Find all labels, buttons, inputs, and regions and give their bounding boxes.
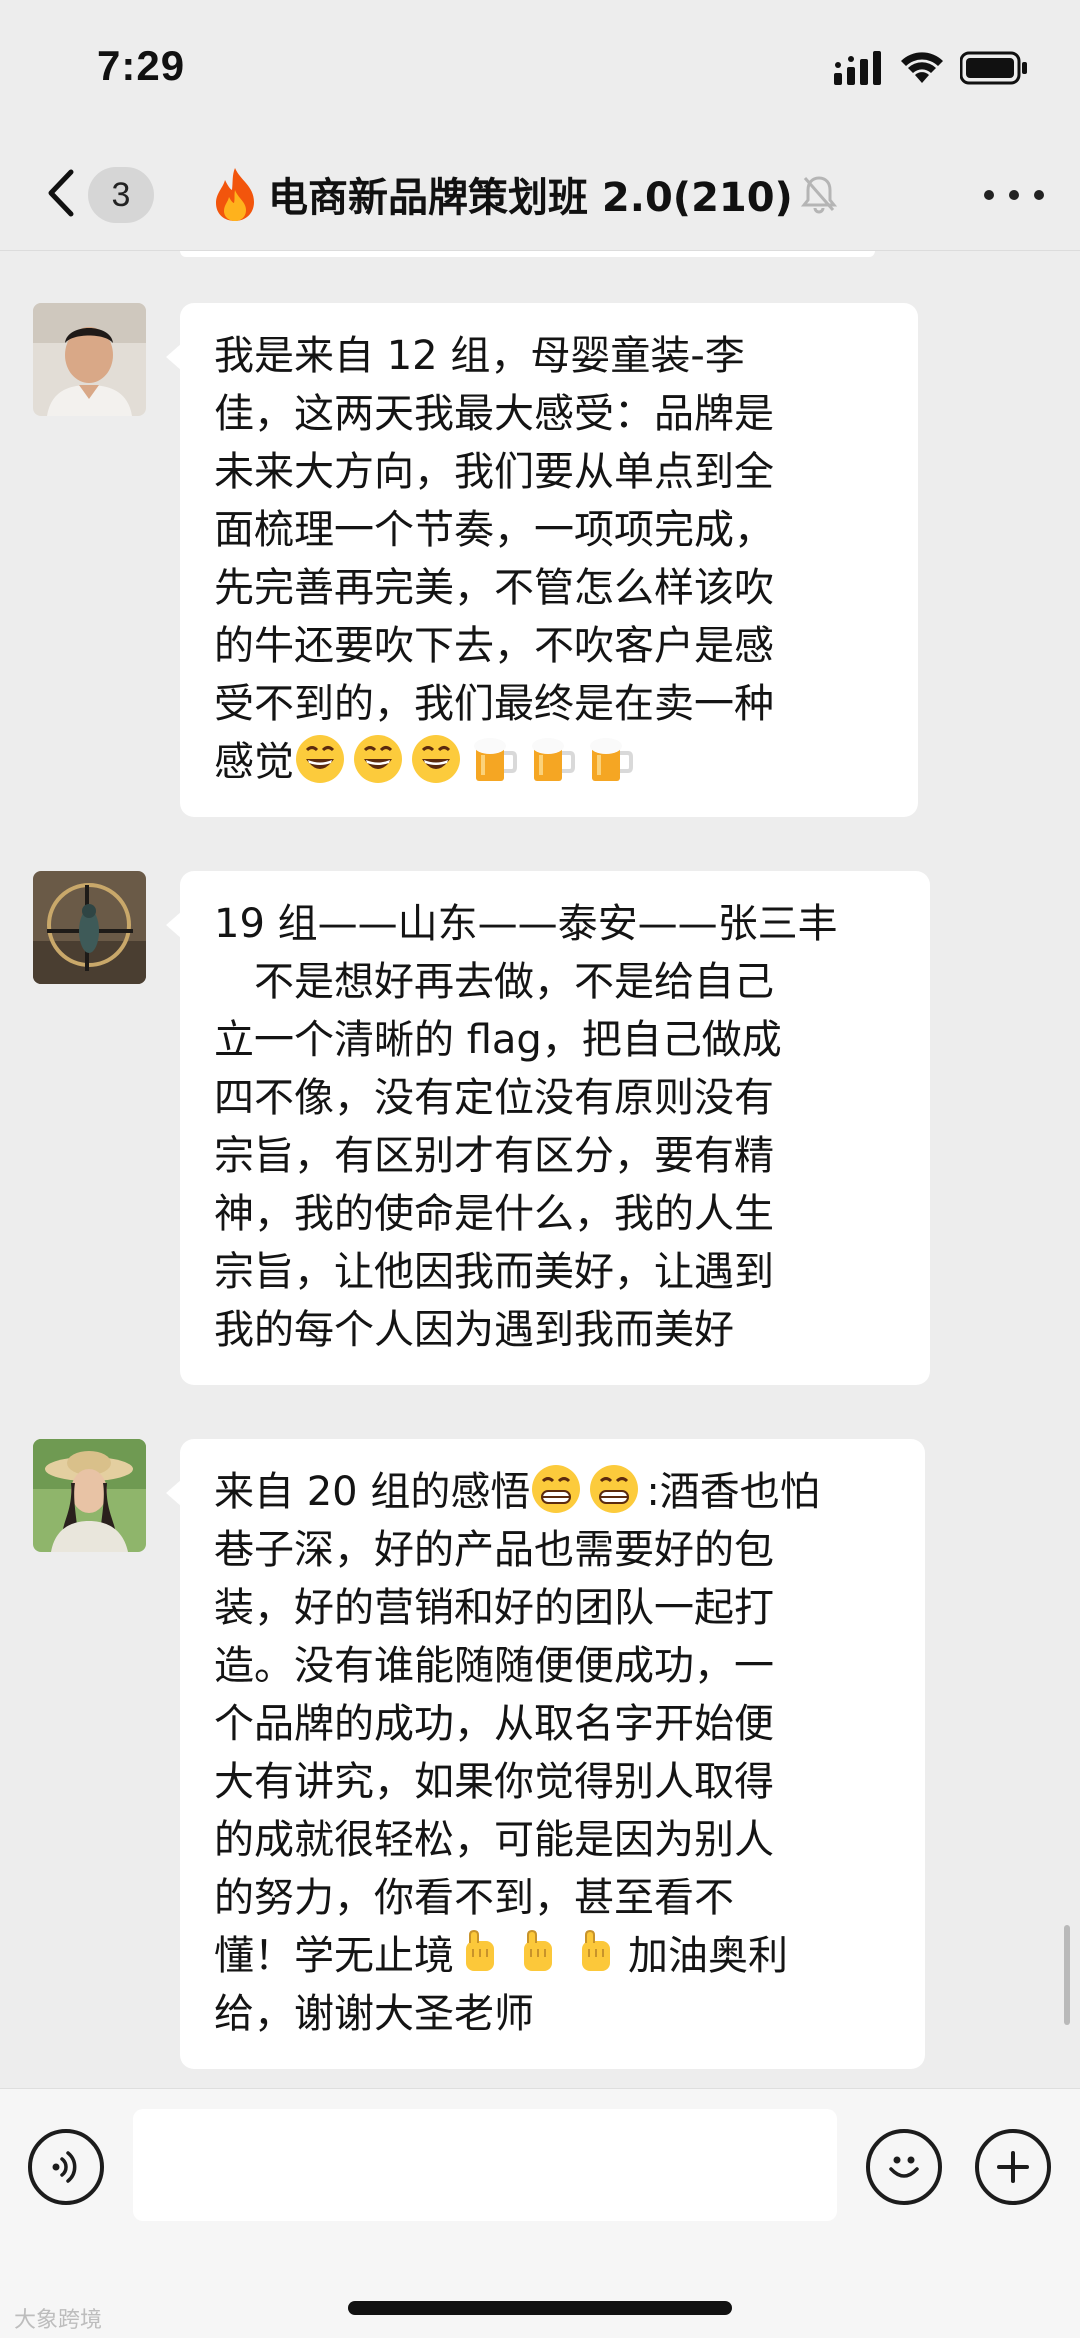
message-text-line-with-emoji: 懂！学无止境 加油奥利	[214, 1927, 891, 1985]
voice-input-button[interactable]	[28, 2129, 104, 2205]
wifi-icon	[901, 52, 943, 83]
message-text-line: 佳，这两天我最大感受：品牌是	[214, 391, 774, 437]
raised-fist-icon	[466, 1929, 494, 1971]
message-text-line: 巷子深，好的产品也需要好的包	[214, 1527, 774, 1573]
beaming-face-icon	[532, 1465, 581, 1513]
message-text-line: 我是来自 12 组，母婴童装-李	[214, 333, 745, 379]
avatar[interactable]	[33, 303, 146, 416]
message-text-segment: 感觉	[214, 739, 294, 785]
watermark: 大象跨境	[14, 2302, 102, 2334]
message-text-line: 面梳理一个节奏，一项项完成，	[214, 507, 774, 553]
status-time: 7:29	[97, 42, 186, 89]
message-text-line: 未来大方向，我们要从单点到全	[214, 449, 774, 495]
beer-mug-icon	[532, 738, 575, 781]
avatar[interactable]	[33, 1439, 146, 1552]
message-text-line: 不是想好再去做，不是给自己	[214, 959, 774, 1005]
plus-icon	[997, 2151, 1029, 2183]
emoji-button[interactable]	[866, 2129, 942, 2205]
message-bubble[interactable]: 来自 20 组的感悟 :酒香也怕 巷子深，好的产品也需要好的包 装，好的营销和好的…	[166, 1439, 925, 2069]
smiley-icon	[889, 2156, 919, 2178]
chat-title-group[interactable]: 电商新品牌策划班 2.0(210)	[210, 163, 837, 225]
scrollbar[interactable]	[1064, 1925, 1070, 2025]
chevron-left-icon	[48, 169, 74, 217]
message-text-line: 宗旨，让他因我而美好，让遇到	[214, 1249, 774, 1295]
grinning-face-icon	[296, 735, 344, 783]
dot-icon	[984, 190, 994, 200]
message-text-line: 宗旨，有区别才有区分，要有精	[214, 1133, 774, 1179]
message-text-line: 装，好的营销和好的团队一起打	[214, 1585, 774, 1631]
beaming-face-icon	[590, 1465, 639, 1513]
message-input[interactable]	[133, 2109, 837, 2221]
message-text-line: 造。没有谁能随随便便成功，一	[214, 1643, 774, 1689]
watermark-text: 大象跨境	[14, 2308, 103, 2333]
message-text-line: 四不像，没有定位没有原则没有	[214, 1075, 774, 1121]
message-text-line: 我的每个人因为遇到我而美好	[214, 1307, 734, 1353]
message-text-line: 的努力，你看不到，甚至看不	[214, 1875, 734, 1921]
more-options-button[interactable]	[984, 175, 1044, 215]
dot-icon	[1034, 190, 1044, 200]
status-icons	[834, 48, 1028, 88]
message-bubble[interactable]: 我是来自 12 组，母婴童装-李 佳，这两天我最大感受：品牌是 未来大方向，我们…	[166, 303, 918, 817]
message-text-line-with-emoji: 感觉	[214, 733, 884, 791]
back-button[interactable]	[40, 163, 80, 223]
raised-fist-icon	[524, 1929, 552, 1971]
raised-fist-icon	[582, 1929, 610, 1971]
chat-header: 3 电商新品牌策划班 2.0(210)	[0, 135, 1080, 251]
chat-title: 电商新品牌策划班 2.0(210)	[268, 175, 793, 221]
message-text-line: 的牛还要吹下去，不吹客户是感	[214, 623, 774, 669]
previous-message-bubble	[180, 251, 875, 257]
message-text-line: 大有讲究，如果你觉得别人取得	[214, 1759, 774, 1805]
message-list[interactable]: 我是来自 12 组，母婴童装-李 佳，这两天我最大感受：品牌是 未来大方向，我们…	[0, 251, 1080, 2088]
message-text-line: 19 组——山东——泰安——张三丰	[214, 901, 838, 947]
dot-icon	[1009, 190, 1019, 200]
grinning-face-icon	[354, 735, 402, 783]
more-functions-button[interactable]	[975, 2129, 1051, 2205]
beer-mug-icon	[474, 738, 517, 781]
home-indicator[interactable]	[348, 2301, 732, 2315]
fire-icon	[216, 168, 254, 221]
battery-icon	[960, 51, 1027, 85]
message-text-segment: 加油奥利	[628, 1933, 788, 1979]
message-text-line-with-emoji: 来自 20 组的感悟 :酒香也怕	[214, 1463, 891, 1521]
voice-icon	[52, 2151, 77, 2183]
message-text-segment: :酒香也怕	[646, 1469, 820, 1515]
message-bubble[interactable]: 19 组——山东——泰安——张三丰 不是想好再去做，不是给自己 立一个清晰的 f…	[166, 871, 930, 1385]
message-text-line: 受不到的，我们最终是在卖一种	[214, 681, 774, 727]
message-text-line: 先完善再完美，不管怎么样该吹	[214, 565, 774, 611]
mute-bell-icon	[800, 176, 837, 214]
message-text-segment: 来自 20 组的感悟	[214, 1469, 531, 1515]
grinning-face-icon	[412, 735, 460, 783]
status-bar: 7:29	[0, 0, 1080, 135]
message-text-line: 给，谢谢大圣老师	[214, 1991, 534, 2037]
message-text-segment: 懂！学无止境	[214, 1933, 454, 1979]
signal-icon	[834, 51, 881, 85]
message-text-line: 的成就很轻松，可能是因为别人	[214, 1817, 774, 1863]
beer-mug-icon	[590, 738, 633, 781]
message-text-line: 立一个清晰的 flag，把自己做成	[214, 1017, 782, 1063]
unread-count-badge[interactable]: 3	[88, 167, 154, 223]
avatar[interactable]	[33, 871, 146, 984]
message-text-line: 神，我的使命是什么，我的人生	[214, 1191, 774, 1237]
message-text-line: 个品牌的成功，从取名字开始便	[214, 1701, 774, 1747]
